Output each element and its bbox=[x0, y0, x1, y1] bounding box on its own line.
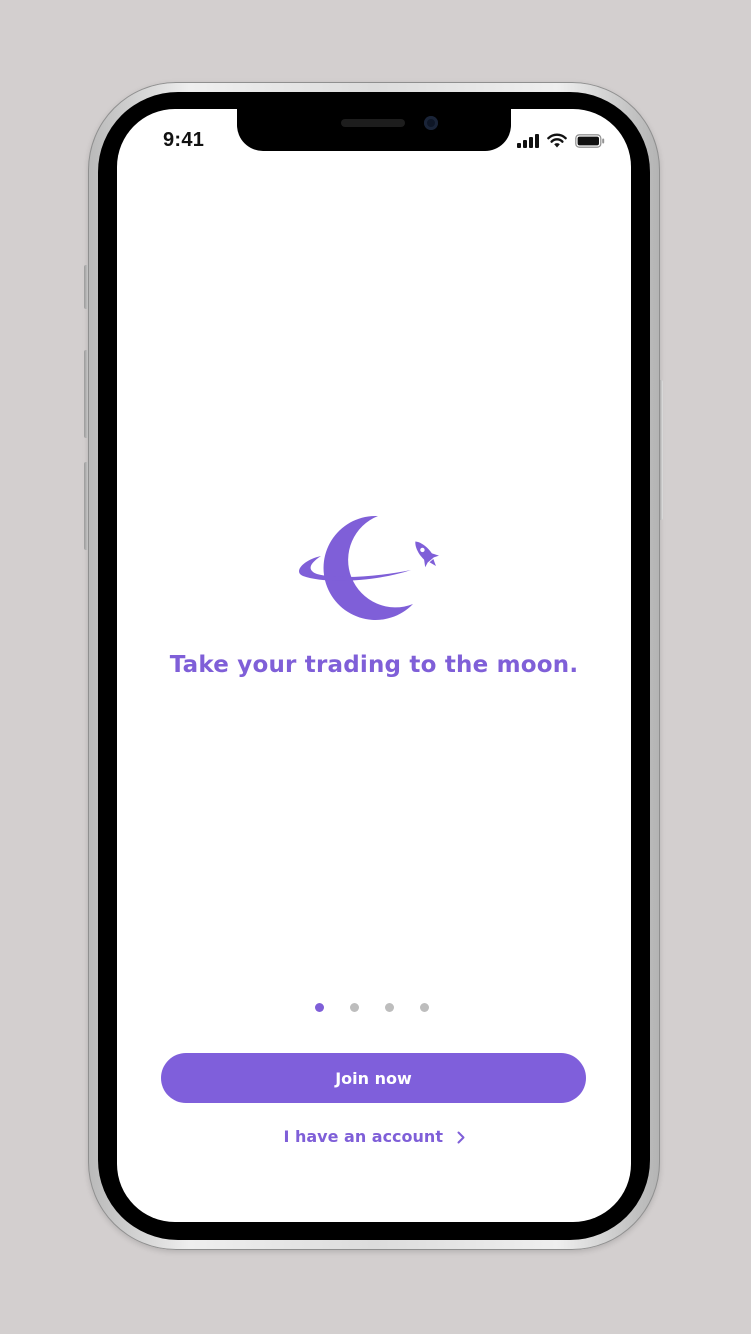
status-time: 9:41 bbox=[163, 129, 205, 151]
device-mockup: 9:41 Take your trading to the moon. Join… bbox=[0, 0, 751, 1334]
page-dot-3[interactable] bbox=[385, 1003, 394, 1012]
have-account-link[interactable]: I have an account bbox=[117, 1127, 631, 1146]
front-camera bbox=[424, 116, 438, 130]
battery-icon bbox=[575, 133, 605, 148]
planet-rocket-logo bbox=[299, 515, 439, 620]
chevron-right-icon bbox=[457, 1131, 465, 1144]
page-dot-2[interactable] bbox=[350, 1003, 359, 1012]
page-dot-4[interactable] bbox=[420, 1003, 429, 1012]
tagline: Take your trading to the moon. bbox=[169, 652, 579, 678]
notch bbox=[237, 109, 511, 151]
wifi-icon bbox=[547, 133, 567, 148]
join-now-button[interactable]: Join now bbox=[161, 1053, 586, 1103]
signal-icon bbox=[517, 133, 539, 148]
status-icons bbox=[517, 133, 605, 148]
page-dot-1[interactable] bbox=[315, 1003, 324, 1012]
app-screen: 9:41 Take your trading to the moon. Join… bbox=[117, 109, 631, 1222]
speaker bbox=[341, 119, 405, 127]
page-indicator bbox=[315, 1003, 429, 1012]
have-account-label: I have an account bbox=[283, 1127, 443, 1146]
join-now-label: Join now bbox=[335, 1068, 412, 1088]
